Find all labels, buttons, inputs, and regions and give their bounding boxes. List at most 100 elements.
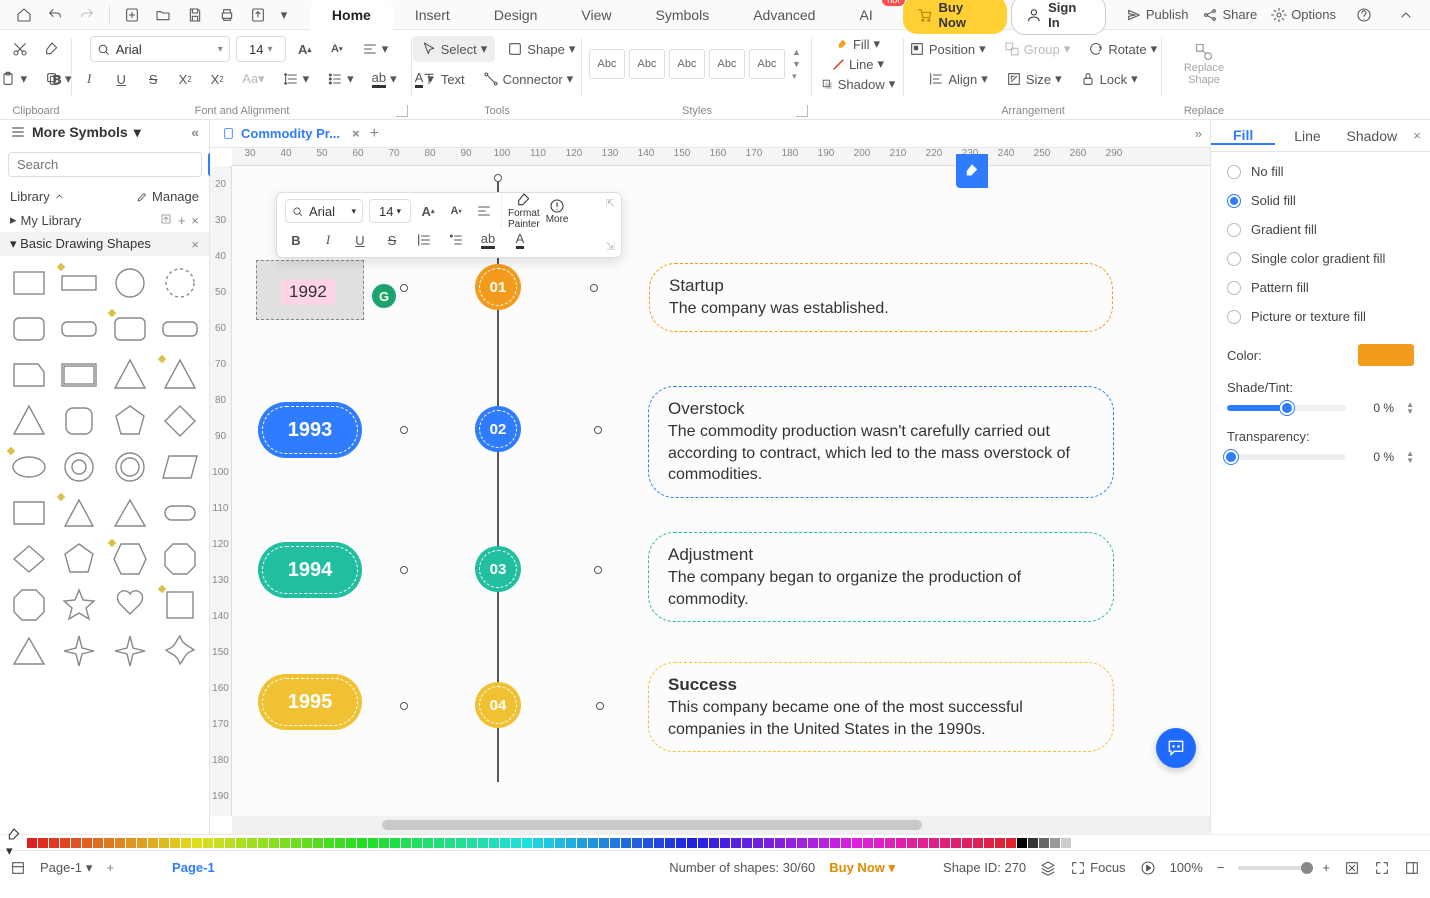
color-swatch-item[interactable] [896,838,906,848]
style-card-3[interactable]: Abc [669,49,705,79]
style-scroll-up[interactable]: ▲ [792,47,801,57]
subscript-icon[interactable]: X2 [204,66,230,92]
grow-font-icon[interactable]: A▴ [292,36,318,62]
node-03[interactable]: 03 [475,546,521,592]
style-scroll-down[interactable]: ▼ [792,59,801,69]
expand-right-icon[interactable]: » [1195,126,1202,141]
zoom-in-icon[interactable]: + [1322,860,1330,875]
shape-item[interactable] [6,308,52,350]
node-04[interactable]: 04 [475,682,521,728]
color-swatch-item[interactable] [368,838,378,848]
line-spacing-icon[interactable]: ▾ [277,66,316,92]
size-button[interactable]: Size▾ [1000,66,1068,92]
library-label[interactable]: Library [10,189,50,204]
save-icon[interactable] [181,3,209,27]
shape-item[interactable] [107,400,153,442]
color-swatch-item[interactable] [566,838,576,848]
color-swatch-item[interactable] [38,838,48,848]
color-strip[interactable]: ▾ [0,834,1430,850]
export-icon[interactable] [244,3,272,27]
color-swatch-item[interactable] [203,838,213,848]
cut-icon[interactable] [7,36,33,62]
canvas-hscrollbar[interactable] [232,816,1210,834]
color-swatch-item[interactable] [962,838,972,848]
color-swatch-item[interactable] [588,838,598,848]
shape-item[interactable] [157,446,203,488]
shape-item[interactable] [157,538,203,580]
page-layout-icon[interactable] [10,860,26,876]
color-swatch-item[interactable] [775,838,785,848]
format-painter-icon[interactable] [39,36,65,62]
properties-icon[interactable] [1404,860,1420,876]
drawing-canvas[interactable]: 1992 G 1993 1994 1995 01 02 03 04 St [232,166,1210,816]
styles-dialog-launcher[interactable] [796,105,808,117]
shape-item[interactable] [107,308,153,350]
color-swatch-item[interactable] [511,838,521,848]
mini-grow-font-icon[interactable]: A▴ [417,200,439,222]
color-swatch-item[interactable] [324,838,334,848]
color-swatch-item[interactable] [874,838,884,848]
shape-item[interactable] [157,308,203,350]
color-swatch-item[interactable] [698,838,708,848]
rp-tab-line[interactable]: Line [1275,128,1339,144]
color-swatch-item[interactable] [929,838,939,848]
color-swatch-item[interactable] [247,838,257,848]
tab-home[interactable]: Home [310,0,393,30]
color-swatch-item[interactable] [577,838,587,848]
mini-fontcolor-icon[interactable]: A [509,229,531,251]
color-swatch-item[interactable] [27,838,37,848]
color-swatch-item[interactable] [995,838,1005,848]
lib-export-icon[interactable] [160,213,172,228]
layers-icon[interactable] [1040,860,1056,876]
shape-item[interactable] [107,354,153,396]
replace-shape-button[interactable]: Replace Shape [1184,62,1224,86]
tab-ai[interactable]: AIhot [837,0,894,30]
color-swatch-item[interactable] [1072,838,1082,848]
mini-italic-icon[interactable]: I [317,229,339,251]
color-swatch-item[interactable] [104,838,114,848]
trans-dec[interactable]: ▼ [1406,457,1414,464]
tab-insert[interactable]: Insert [393,0,472,30]
year-1992-text[interactable]: 1992 [281,279,335,305]
color-swatch-item[interactable] [258,838,268,848]
fit-page-icon[interactable] [1344,860,1360,876]
style-card-5[interactable]: Abc [749,49,785,79]
text-tool[interactable]: Text [415,66,471,92]
color-swatch-item[interactable] [423,838,433,848]
color-swatch-item[interactable] [82,838,92,848]
bullets-icon[interactable]: ▾ [321,66,360,92]
color-swatch-item[interactable] [489,838,499,848]
page-tab[interactable]: Page-1 [172,860,215,875]
mini-highlight-icon[interactable]: ab [477,229,499,251]
fill-opt-pattern[interactable]: Pattern fill [1227,280,1414,295]
rotate-button[interactable]: Rotate▾ [1082,36,1163,62]
color-swatch-item[interactable] [676,838,686,848]
balloon-2[interactable]: OverstockThe commodity production wasn't… [646,384,1116,500]
shape-item[interactable] [107,492,153,534]
color-swatch-item[interactable] [533,838,543,848]
grammarly-badge[interactable]: G [372,284,396,308]
connector-tool[interactable]: Connector▾ [477,66,580,92]
add-page-icon[interactable]: + [106,860,114,875]
mini-format-painter[interactable]: Format Painter [508,192,540,230]
color-swatch-item[interactable] [797,838,807,848]
mini-pin-icon[interactable]: ⇱ [606,197,615,210]
fullscreen-icon[interactable] [1374,860,1390,876]
color-swatch-item[interactable] [71,838,81,848]
color-swatch-item[interactable] [1006,838,1016,848]
mini-font-select[interactable]: Arial▾ [285,199,363,223]
highlight-icon[interactable]: ab▾ [366,66,403,92]
color-swatch-item[interactable] [973,838,983,848]
shape-item[interactable] [6,400,52,442]
color-swatch-item[interactable] [632,838,642,848]
color-swatch-item[interactable] [720,838,730,848]
color-swatch-item[interactable] [170,838,180,848]
rp-tab-fill[interactable]: Fill [1211,127,1275,145]
tab-advanced[interactable]: Advanced [731,0,837,30]
color-swatch-item[interactable] [907,838,917,848]
color-swatch-item[interactable] [1017,838,1027,848]
shape-tool[interactable]: Shape▾ [501,36,581,62]
color-swatch-item[interactable] [610,838,620,848]
page-select[interactable]: Page-1▾ [40,860,92,876]
color-swatch-item[interactable] [214,838,224,848]
